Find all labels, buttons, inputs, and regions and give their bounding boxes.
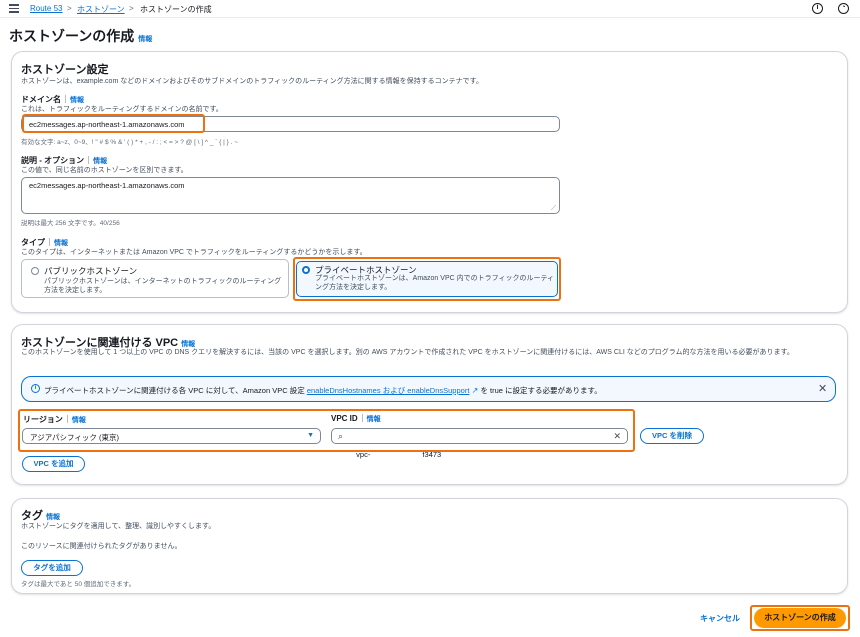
alert-link[interactable]: enableDnsHostnames および enableDnsSupport	[307, 386, 470, 395]
tags-empty-message: このリソースに関連付けられたタグがありません。	[21, 543, 182, 550]
vpc-info-alert: i プライベートホストゾーンに関連付ける各 VPC に対して、Amazon VP…	[21, 376, 836, 402]
info-link[interactable]: 情報	[46, 514, 60, 521]
domain-highlight-box	[22, 114, 205, 133]
type-description: このタイプは、インターネットまたは Amazon VPC でトラフィックをルーテ…	[21, 249, 367, 256]
top-navigation-bar: Route 53 > ホストゾーン > ホストゾーンの作成 i ◔	[0, 0, 860, 18]
hamburger-icon[interactable]	[9, 4, 19, 13]
info-link[interactable]: 情報	[70, 97, 84, 104]
vpc-highlight-box	[18, 409, 635, 452]
option-description: パブリックホストゾーンは、インターネットのトラフィックのルーティング方法を決定し…	[44, 278, 282, 294]
add-vpc-button[interactable]: VPC を追加	[22, 456, 85, 472]
domain-description: これは、トラフィックをルーティングするドメインの名前です。	[21, 106, 223, 113]
info-link[interactable]: 情報	[138, 36, 152, 43]
option-label: パブリックホストゾーン	[44, 266, 138, 276]
gauge-icon[interactable]: ◔	[838, 3, 849, 14]
info-circle-icon[interactable]: i	[812, 3, 823, 14]
info-link[interactable]: 情報	[93, 158, 107, 165]
private-zone-highlight-box	[293, 257, 561, 301]
page-title: ホストゾーンの作成 情報	[9, 28, 153, 44]
external-link-icon[interactable]: ↗	[469, 386, 479, 395]
tags-description: ホストゾーンにタグを適用して、整理、識別しやすくします。	[21, 523, 216, 530]
breadcrumb-separator: >	[67, 4, 72, 13]
add-tag-button[interactable]: タグを追加	[21, 560, 83, 576]
resize-handle-icon[interactable]: ⟋	[551, 205, 556, 213]
public-zone-option[interactable]: パブリックホストゾーン パブリックホストゾーンは、インターネットのトラフィックの…	[21, 259, 289, 298]
info-link[interactable]: 情報	[54, 240, 68, 247]
comment-hint: 説明は最大 256 文字です。40/256	[21, 220, 120, 227]
alert-text: プライベートホストゾーンに関連付ける各 VPC に対して、Amazon VPC …	[44, 386, 602, 395]
domain-hint: 有効な文字: a~z、0~9、! " # $ % & ' ( ) * + , -…	[21, 139, 239, 146]
remove-vpc-button[interactable]: VPC を削除	[640, 428, 704, 444]
comment-description: この値で、同じ名前のホストゾーンを区別できます。	[21, 167, 188, 174]
close-icon[interactable]: ✕	[818, 382, 827, 395]
breadcrumb-separator: >	[129, 4, 134, 13]
breadcrumb-current: ホストゾーンの作成	[140, 5, 212, 14]
tags-hint: タグは最大であと 50 個追加できます。	[21, 581, 136, 588]
info-circle-icon: i	[31, 384, 40, 393]
info-link[interactable]: 情報	[181, 341, 195, 348]
breadcrumb-route53[interactable]: Route 53	[30, 4, 62, 13]
comment-textarea[interactable]: ec2messages.ap-northeast-1.amazonaws.com	[21, 177, 560, 214]
vpc-description: このホストゾーンを使用して 1 つ以上の VPC の DNS クエリを解決するに…	[21, 349, 794, 356]
config-description: ホストゾーンは、example.com などのドメインおよびそのサブドメインのト…	[21, 78, 483, 85]
create-button-highlight-box	[750, 605, 850, 631]
config-section-title: ホストゾーン設定	[21, 64, 109, 76]
breadcrumb-hosted-zones[interactable]: ホストゾーン	[77, 4, 125, 15]
radio-icon[interactable]	[31, 267, 39, 275]
cancel-button[interactable]: キャンセル	[700, 613, 740, 624]
